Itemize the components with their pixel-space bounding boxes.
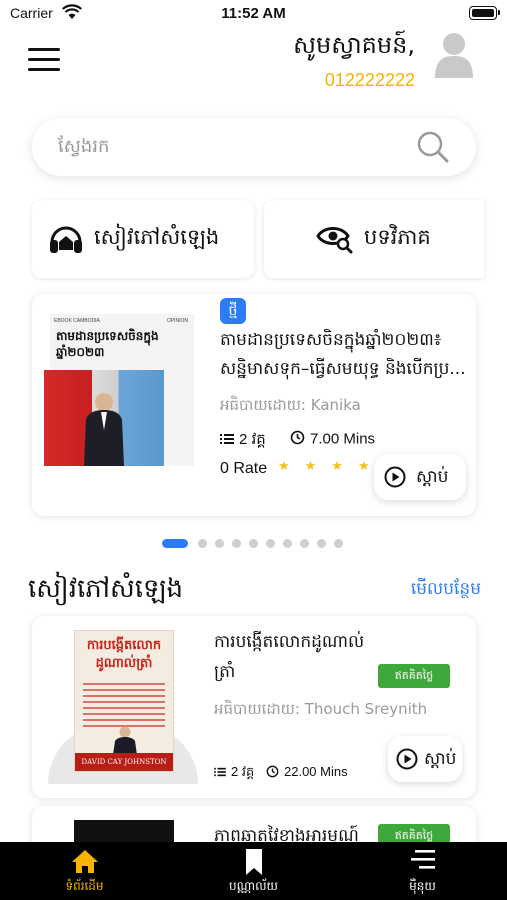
featured-audiobook-card[interactable]: EBOOK CAMBODIA OPINION តាមដានប្រទេសចិនក្… [32, 294, 476, 516]
analysis-category-card[interactable]: បទវិភាគ [264, 200, 484, 278]
home-icon [71, 850, 98, 873]
carousel-dot[interactable] [215, 539, 224, 548]
listen-button[interactable]: ស្ដាប់ [374, 454, 466, 500]
tab-library[interactable]: បណ្ណាល័យ [169, 842, 338, 900]
carousel-dot[interactable] [266, 539, 275, 548]
analysis-category-label: បទវិភាគ [364, 225, 431, 249]
tab-home-label: ទំព័រដើម [65, 879, 104, 893]
carousel-dot[interactable] [334, 539, 343, 548]
listen-label: ស្ដាប់ [416, 467, 449, 487]
greeting-text: សូមស្វាគមន៍, [293, 31, 415, 59]
duration-label: 22.00 Mins [284, 764, 348, 779]
episodes-label: 2 វគ្គ [239, 431, 266, 448]
listen-label: ស្ដាប់ [424, 749, 457, 769]
avatar[interactable] [435, 30, 473, 78]
status-bar: Carrier 11:52 AM [0, 0, 507, 28]
featured-duration: 7.00 Mins [290, 430, 375, 449]
duration-label: 7.00 Mins [310, 430, 376, 448]
menu-button[interactable] [28, 48, 60, 72]
clock-icon [266, 765, 279, 781]
carousel-dot[interactable] [317, 539, 326, 548]
cover-person-figure [84, 393, 124, 466]
battery-icon [469, 6, 500, 20]
list-icon [220, 432, 234, 449]
cover-person-figure [113, 726, 137, 755]
carousel-dot[interactable] [162, 539, 188, 548]
tab-library-label: បណ្ណាល័យ [229, 879, 278, 893]
book-duration: 22.00 Mins [266, 764, 348, 781]
carousel-dot[interactable] [198, 539, 207, 548]
cover-title: តាមដានប្រទេសចិនក្នុងឆ្នាំ២០២៣ [56, 329, 159, 360]
audiobook-list-item[interactable]: ការបង្កើតលោក ដូណាល់ត្រាំ DAVID CAY JOHNS… [32, 616, 476, 798]
tab-menu-label: ម៉ឺនុយ [409, 879, 436, 893]
book-title: ការបង្កើតលោកដូណាល់ ត្រាំ [214, 632, 365, 682]
section-title: សៀវភៅសំឡេង [28, 574, 184, 604]
tab-home[interactable]: ទំព័រដើម [0, 842, 169, 900]
cover-tag: OPINION [166, 318, 188, 324]
search-icon[interactable] [416, 130, 450, 168]
carousel-dot[interactable] [283, 539, 292, 548]
carousel-dot[interactable] [232, 539, 241, 548]
episodes-label: 2 វគ្គ [231, 764, 255, 779]
bottom-tab-bar: ទំព័រដើម បណ្ណាល័យ ម៉ឺនុយ [0, 842, 507, 900]
featured-title: តាមដានប្រទេសចិនក្នុងឆ្នាំ២០២៣៖ សន្និមាសទ… [220, 330, 466, 379]
rating-text: 0 Rate [220, 460, 268, 477]
list-icon [214, 765, 226, 780]
carousel-dot[interactable] [249, 539, 258, 548]
play-icon [384, 466, 406, 492]
menu-lines-icon [410, 850, 435, 869]
cover-text-lines [83, 683, 165, 729]
featured-episodes: 2 វគ្គ [220, 430, 266, 452]
free-badge: ឥតគិតថ្លៃ [378, 664, 450, 688]
cover-title: ការបង្កើតលោក ដូណាល់ត្រាំ [86, 638, 162, 671]
new-badge: ថ្មី [220, 298, 246, 324]
audiobook-category-label: សៀវភៅសំឡេង [94, 225, 220, 249]
search-bar[interactable]: ស្វែងរក [32, 118, 476, 176]
search-input[interactable]: ស្វែងរក [58, 134, 109, 161]
see-more-link[interactable]: មើលបន្ថែម [411, 578, 481, 603]
tab-menu[interactable]: ម៉ឺនុយ [338, 842, 507, 900]
listen-button[interactable]: ស្ដាប់ [388, 736, 462, 782]
play-icon [396, 748, 418, 774]
featured-narrator: អធិបាយដោយ: Kanika [220, 396, 361, 414]
book-episodes: 2 វគ្គ [214, 764, 254, 783]
cover-brand: EBOOK CAMBODIA [54, 318, 100, 324]
eye-search-icon [316, 220, 354, 258]
cover-author: DAVID CAY JOHNSTON [75, 753, 173, 771]
headphones-icon [48, 220, 84, 260]
book-narrator: អធិបាយដោយ: Thouch Sreynith [214, 700, 428, 718]
bookmark-icon [245, 849, 262, 875]
book-cover: ការបង្កើតលោក ដូណាល់ត្រាំ DAVID CAY JOHNS… [74, 630, 174, 772]
carousel-dot[interactable] [300, 539, 309, 548]
audiobook-category-card[interactable]: សៀវភៅសំឡេង [32, 200, 254, 278]
status-time: 11:52 AM [221, 5, 286, 22]
clock-icon [290, 430, 305, 449]
user-phone: 012222222 [324, 70, 415, 90]
app-header: សូមស្វាគមន៍, 012222222 [0, 28, 507, 108]
